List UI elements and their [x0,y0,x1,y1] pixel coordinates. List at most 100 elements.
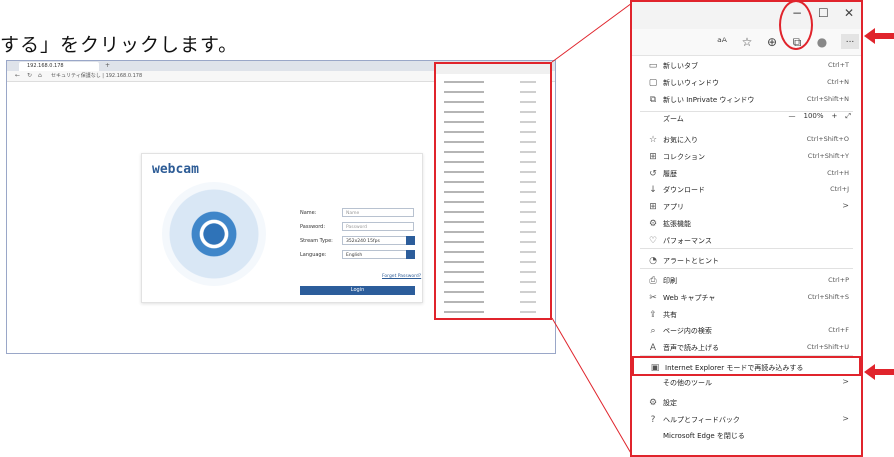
back-icon[interactable]: ← [15,72,20,79]
camera-globe-graphic [162,182,266,286]
stream-type-label: Stream Type: [300,238,333,244]
stream-type-select[interactable]: 352x240 15fps [342,236,414,245]
mini-menu-row [440,288,546,296]
menu-item-shortcut: Ctrl+J [830,185,849,194]
close-icon[interactable]: ✕ [844,6,854,20]
menu-item-label: ヘルプとフィードバック [663,415,740,424]
menu-item-shortcut: Ctrl+Shift+O [806,134,849,143]
profile-avatar-icon[interactable]: ● [814,34,830,50]
menu-divider [640,111,853,113]
menu-item-label: 音声で読み上げる [663,344,719,353]
highlight-ring [779,0,813,50]
name-field[interactable]: Name [342,208,414,217]
browser-screenshot-thumbnail: 192.168.0.178 + ← ↻ ⌂ セキュリティ保護なし | 192.1… [6,60,556,354]
menu-item-3[interactable]: ⧉ 新しい InPrivate ウィンドウ Ctrl+Shift+N [632,90,861,110]
mini-menu-row [440,278,546,286]
menu-item-label: 印刷 [663,277,677,286]
mini-menu-row [440,128,546,136]
zoom-label: ズーム [663,114,684,123]
menu-item-shortcut: Ctrl+Shift+U [807,343,849,352]
maximize-icon[interactable]: ☐ [818,6,829,20]
menu-item-shortcut: Ctrl+N [827,77,849,86]
apps-icon: ⊞ [649,202,657,213]
mini-menu-row [440,208,546,216]
password-label: Password: [300,224,326,230]
menu-item-label: Web キャプチャ [663,293,716,302]
fullscreen-icon[interactable]: ⤢ [845,112,851,121]
read-mode-icon[interactable]: ᵃᴬ [714,34,730,50]
language-label: Language: [300,252,327,258]
share-icon: ⇪ [649,309,657,320]
new-window-icon: ▢ [648,77,658,88]
menu-divider [640,355,853,357]
password-field[interactable]: Password [342,222,414,231]
zoom-value: 100% [803,111,824,120]
mini-menu-row [440,178,546,186]
favorites-icon: ☆ [648,134,658,145]
mini-menu-thumbnail [434,62,552,320]
history-icon: ↺ [649,168,657,179]
refresh-icon[interactable]: ↻ [27,72,32,79]
mini-menu-row [440,228,546,236]
collections-icon: ⊞ [649,151,657,162]
menu-item-shortcut: Ctrl+Shift+Y [807,151,849,160]
language-dropdown-icon[interactable] [406,250,415,259]
menu-item-label: お気に入り [663,135,698,144]
mini-menu-row [440,268,546,276]
menu-item-label: 設定 [663,398,677,407]
new-tab-plus[interactable]: + [105,62,110,69]
menu-item-label: 新しいタブ [663,62,698,70]
settings-icon: ⚙ [648,397,658,408]
name-label: Name: [300,210,317,216]
find-icon: ⌕ [650,326,656,337]
mini-menu-row [440,188,546,196]
collections-toolbar-icon[interactable]: ⊕ [764,34,780,50]
mini-menu-row [440,108,546,116]
mini-menu-row [440,238,546,246]
menu-item-shortcut: Ctrl+Shift+N [806,94,849,103]
menu-item-shortcut: Ctrl+F [828,326,849,335]
login-button[interactable]: Login [300,286,415,295]
forgot-password-link[interactable]: Forget Password? [382,274,421,279]
favorite-star-icon[interactable]: ☆ [739,34,755,50]
menu-item-label: Microsoft Edge を閉じる [663,432,745,441]
menu-item-label: 共有 [663,310,677,319]
web-capture-icon: ✂ [649,292,657,303]
connector-line-top [551,2,633,63]
mini-menu-row [440,98,546,106]
chevron-right-icon: > [842,413,849,423]
browser-tab[interactable]: 192.168.0.178 [19,62,99,71]
inprivate-window-icon: ⧉ [649,94,657,105]
menu-item-21[interactable]: Microsoft Edge を閉じる [632,426,861,446]
mini-menu-row [440,138,546,146]
menu-item-shortcut: Ctrl+P [828,276,849,285]
help-icon: ? [650,414,656,425]
alerts-icon: ◔ [649,255,657,266]
menu-divider [640,267,853,269]
menu-item-label: 拡張機能 [663,219,691,228]
menu-item-label: 新しいウィンドウ [663,78,719,87]
settings-and-more-button[interactable]: ... [841,34,859,49]
home-icon[interactable]: ⌂ [38,72,42,79]
menu-item-label: アプリ [663,203,684,212]
language-select[interactable]: English [342,250,414,259]
menu-item-shortcut: Ctrl+T [828,61,849,69]
connector-line-bottom [551,317,633,456]
mini-menu-row [440,218,546,226]
menu-item-label: アラートとヒント [663,256,719,265]
menu-item-label: 履歴 [663,169,677,178]
browser-toolbar: ᵃᴬ ☆ ⊕ ⧉ ● ... [632,29,861,56]
mini-menu-row [440,168,546,176]
menu-item-18[interactable]: その他のツール > [632,373,861,393]
stream-type-dropdown-icon[interactable] [406,236,415,245]
menu-item-label: その他のツール [663,378,712,387]
zoom-in-button[interactable]: + [832,112,838,120]
menu-item-label: ページ内の検索 [663,327,712,336]
print-icon: ⎙ [649,276,657,287]
menu-divider [640,247,853,249]
read-aloud-icon: A [649,343,657,354]
menu-item-label: コレクション [663,152,705,161]
mini-menu-row [440,298,546,306]
address-text: セキュリティ保護なし | 192.168.0.178 [51,73,143,79]
zoom-out-button[interactable]: — [789,112,796,120]
